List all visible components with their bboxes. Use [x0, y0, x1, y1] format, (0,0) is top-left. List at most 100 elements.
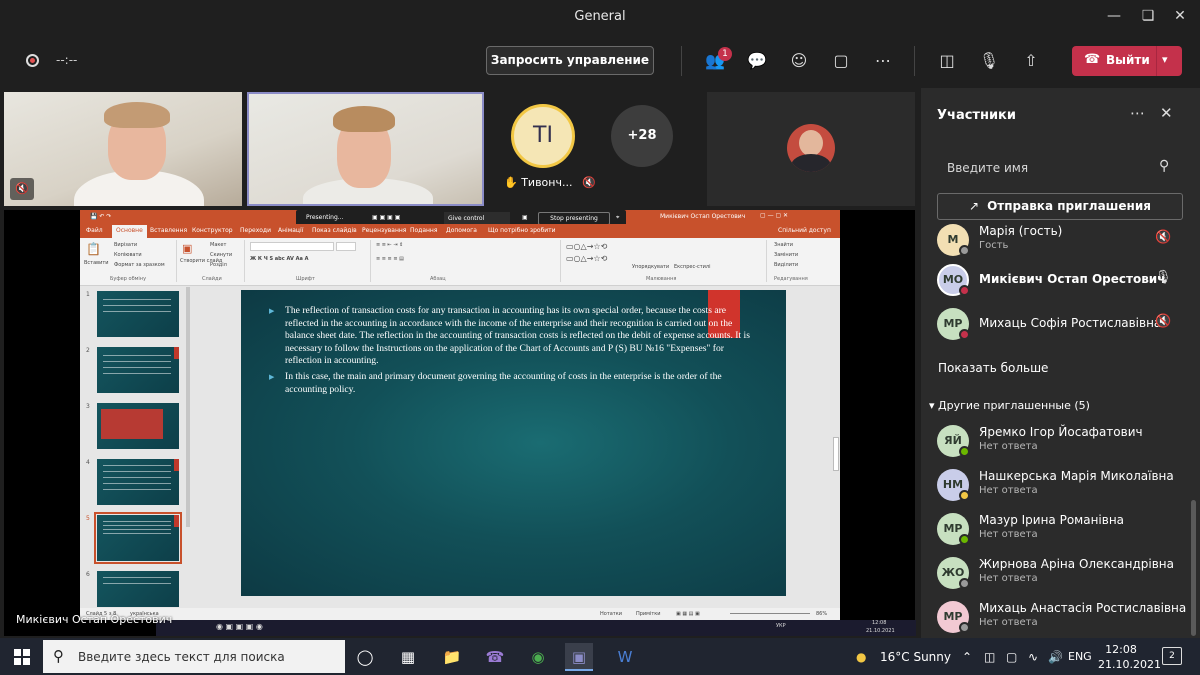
- rooms-icon[interactable]: ▢: [830, 50, 852, 72]
- invitee-row[interactable]: НМ Нашкерська Марія Миколаївна Нет ответ…: [937, 465, 1187, 505]
- ppt-tab[interactable]: Рецензування: [362, 227, 406, 234]
- network-icon[interactable]: ▢: [1006, 650, 1017, 664]
- ribbon-item[interactable]: Вирізати: [114, 242, 137, 248]
- ppt-tab-active[interactable]: Основне: [112, 225, 147, 238]
- ribbon-item[interactable]: Експрес-стилі: [674, 264, 711, 270]
- ppt-tab[interactable]: Допомога: [446, 227, 477, 234]
- ppt-window-controls[interactable]: ▢ — ▢ ✕: [760, 212, 788, 219]
- ribbon-item[interactable]: Розділ: [210, 262, 227, 268]
- slide-thumbnail[interactable]: [97, 347, 179, 393]
- ribbon-item[interactable]: Скинути: [210, 252, 232, 258]
- pip-icon[interactable]: ▣: [522, 214, 528, 221]
- participant-row[interactable]: МР Михаць Софія Ростиславівна 🔇: [937, 304, 1187, 344]
- reactions-icon[interactable]: ☺: [788, 50, 810, 72]
- invitee-row[interactable]: ЖО Жирнова Аріна Олександрівна Нет ответ…: [937, 553, 1187, 593]
- video-tile-participant-photo[interactable]: [707, 92, 915, 206]
- send-invitation-button[interactable]: ↗ Отправка приглашения: [937, 193, 1183, 220]
- slide-thumbnail[interactable]: [97, 459, 179, 505]
- paragraph-buttons[interactable]: ≡ ≡ ⇤ ⇥ ⇕: [376, 242, 403, 248]
- invitee-row[interactable]: МР Мазур Ірина Романівна Нет ответа: [937, 509, 1187, 549]
- teams-icon[interactable]: ▣: [565, 643, 593, 671]
- ppt-tab[interactable]: Вставлення: [150, 227, 187, 234]
- shapes-gallery[interactable]: ▭○△→☆⟲: [566, 242, 607, 251]
- mic-off-icon[interactable]: 🎙: [978, 50, 1000, 72]
- taskbar-clock[interactable]: 12:08 21.10.2021: [1098, 642, 1161, 672]
- close-panel-icon[interactable]: ✕: [1160, 104, 1173, 122]
- slide-thumbnail[interactable]: [97, 571, 179, 607]
- view-buttons[interactable]: ▣ ▦ ▤ ▣: [676, 611, 700, 617]
- search-input[interactable]: Введите имя: [947, 161, 1028, 175]
- more-options-icon[interactable]: ⋯: [1130, 104, 1145, 122]
- pin-icon[interactable]: ⌖: [616, 214, 619, 222]
- leave-button[interactable]: ☎ Выйти ▾: [1072, 46, 1182, 76]
- taskbar-search[interactable]: ⚲ Введите здесь текст для поиска: [43, 640, 345, 673]
- headset-icon[interactable]: ◫: [984, 650, 995, 664]
- align-buttons[interactable]: ≡ ≡ ≡ ≡ ▤: [376, 256, 404, 262]
- presenter-tools-icon[interactable]: ▣ ▣ ▣ ▣: [372, 214, 400, 221]
- video-tile-participant-1[interactable]: 🔇: [4, 92, 242, 206]
- current-slide[interactable]: The reflection of transaction costs for …: [241, 290, 786, 596]
- volume-icon[interactable]: 🔊: [1048, 650, 1063, 664]
- ppt-tell-me[interactable]: Що потрібно зробити: [488, 227, 556, 234]
- ppt-tab[interactable]: Показ слайдів: [312, 227, 357, 234]
- slide-thumbnail[interactable]: [97, 403, 179, 449]
- widgets-icon[interactable]: ▦: [394, 643, 422, 671]
- viber-icon[interactable]: ☎: [481, 643, 509, 671]
- share-screen-icon[interactable]: ⇧: [1020, 50, 1042, 72]
- tray-chevron-icon[interactable]: ⌃: [962, 650, 972, 664]
- participant-row[interactable]: М Марія (гость) Гость 🔇: [937, 220, 1187, 260]
- weather-text[interactable]: 16°C Sunny: [880, 650, 951, 664]
- ribbon-item[interactable]: Макет: [210, 242, 226, 248]
- file-explorer-icon[interactable]: 📁: [438, 643, 466, 671]
- ppt-tab[interactable]: Переходи: [240, 227, 271, 234]
- request-control-button[interactable]: Запросить управление: [486, 46, 654, 75]
- notes-button[interactable]: Нотатки: [600, 611, 622, 617]
- new-slide-icon[interactable]: ▣: [182, 242, 192, 255]
- task-view-icon[interactable]: ◯: [351, 643, 379, 671]
- ribbon-item[interactable]: Формат за зразком: [114, 262, 165, 268]
- taskbar-search-input[interactable]: Введите здесь текст для поиска: [78, 650, 285, 664]
- word-icon[interactable]: W: [611, 643, 639, 671]
- video-tile-tivonch[interactable]: TI ✋ Тивонч... 🔇 +28: [488, 92, 710, 206]
- windows-start-icon[interactable]: [14, 649, 30, 665]
- ppt-tab[interactable]: Анімації: [278, 227, 303, 234]
- camera-off-icon[interactable]: ◫: [936, 50, 958, 72]
- save-icon[interactable]: 💾 ↶ ↷: [90, 213, 111, 220]
- ribbon-item[interactable]: Замінити: [774, 252, 798, 258]
- invitee-row[interactable]: МР Михаць Анастасія Ростиславівна Нет от…: [937, 597, 1187, 637]
- ppt-tab[interactable]: Файл: [86, 227, 103, 234]
- overflow-participants-button[interactable]: +28: [611, 105, 673, 167]
- invitee-row[interactable]: ЯЙ Яремко Ігор Йосафатович Нет ответа: [937, 421, 1187, 461]
- font-format-buttons[interactable]: Ж К Ч S abc AV Aa A: [250, 256, 308, 262]
- zoom-slider[interactable]: [730, 613, 810, 614]
- minimize-icon[interactable]: —: [1104, 8, 1124, 24]
- keyboard-language[interactable]: ENG: [1068, 650, 1092, 663]
- maximize-icon[interactable]: ❏: [1138, 8, 1158, 24]
- ribbon-item[interactable]: Знайти: [774, 242, 793, 248]
- search-icon[interactable]: ⚲: [1159, 158, 1169, 174]
- ribbon-item[interactable]: Вставити: [84, 260, 109, 266]
- notifications-icon[interactable]: 2: [1162, 647, 1182, 665]
- paste-icon[interactable]: 📋: [86, 242, 101, 256]
- participant-row[interactable]: МО Микієвич Остап Орестович 🎙: [937, 260, 1187, 300]
- weather-icon[interactable]: ●: [856, 650, 866, 664]
- thumbnail-scrollbar[interactable]: [186, 287, 190, 527]
- font-size-select[interactable]: [336, 242, 356, 251]
- ribbon-item[interactable]: Упорядкувати: [632, 264, 669, 270]
- slide-thumbnail-selected[interactable]: [94, 512, 182, 564]
- shapes-gallery[interactable]: ▭○△→☆⟲: [566, 254, 607, 263]
- chat-icon[interactable]: 💬: [746, 50, 768, 72]
- chrome-icon[interactable]: ◉: [524, 643, 552, 671]
- chevron-down-icon[interactable]: ▾: [1162, 53, 1168, 66]
- more-actions-icon[interactable]: ⋯: [872, 50, 894, 72]
- ribbon-item[interactable]: Виділити: [774, 262, 798, 268]
- wifi-icon[interactable]: ∿: [1028, 650, 1038, 664]
- participant-search[interactable]: Введите имя ⚲: [937, 148, 1187, 188]
- ppt-share-button[interactable]: Спільний доступ: [778, 227, 831, 234]
- other-invitees-header[interactable]: ▾ Другие приглашенные (5): [929, 399, 1090, 412]
- panel-scrollbar[interactable]: [1191, 500, 1196, 636]
- slide-scrollbar[interactable]: [833, 437, 839, 471]
- comments-button[interactable]: Примітки: [636, 611, 661, 617]
- ppt-tab[interactable]: Конструктор: [192, 227, 233, 234]
- ribbon-item[interactable]: Копіювати: [114, 252, 142, 258]
